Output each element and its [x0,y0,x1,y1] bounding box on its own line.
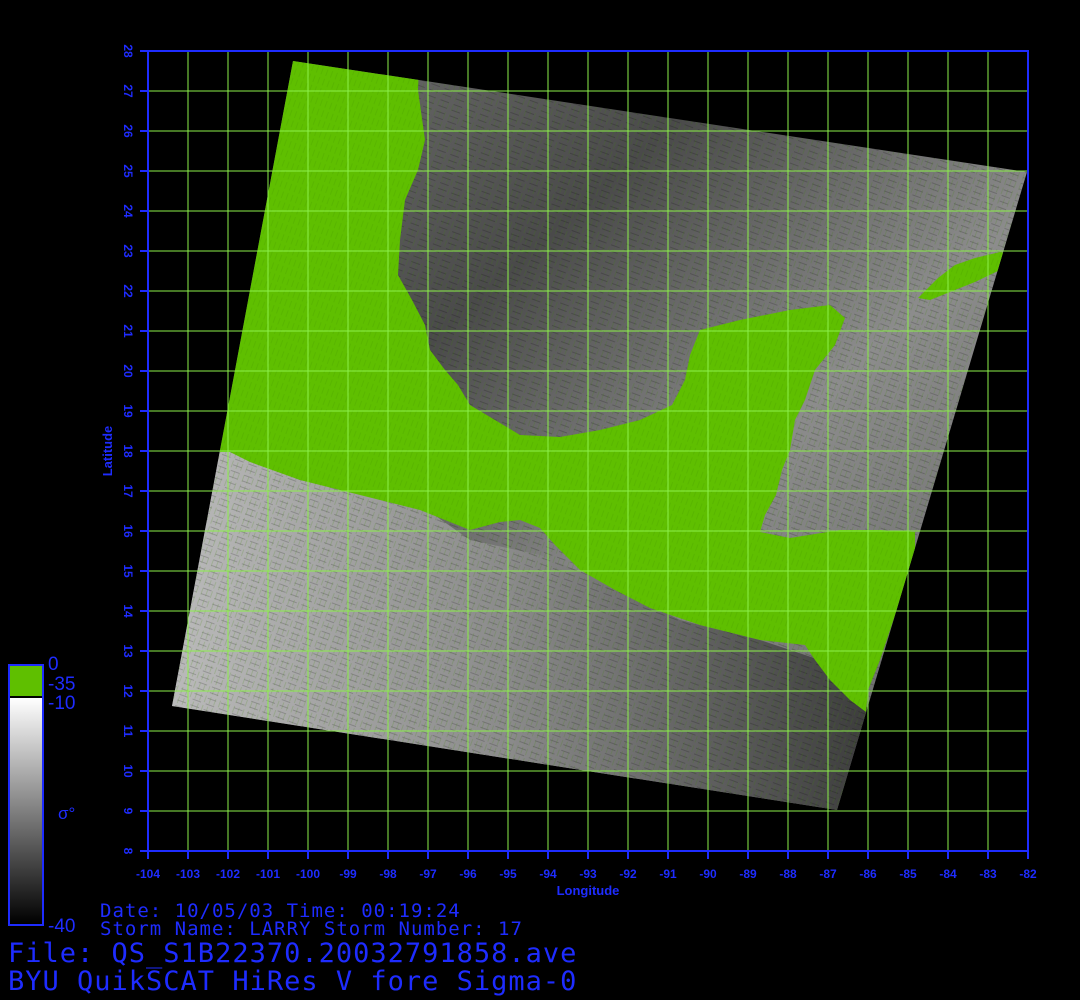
colorbar [8,664,44,926]
lat-lon-grid [148,51,1028,851]
longitude-axis: -104 -103 -102 -101 -100 -99 -98 -97 -96 -95 -94 -9… [136,851,1037,881]
lon-tick-label: -95 [499,867,517,881]
lat-tick-label: 23 [121,244,135,258]
lon-tick-label: -104 [136,867,160,881]
lon-tick-label: -89 [739,867,757,881]
lon-tick-label: -98 [379,867,397,881]
lat-tick-label: 20 [121,364,135,378]
lat-tick-label: 12 [121,684,135,698]
lat-tick-label: 27 [121,84,135,98]
lon-tick-label: -97 [419,867,437,881]
lat-tick-label: 14 [121,604,135,618]
lat-tick-label: 28 [121,44,135,58]
colorbar-gradient [10,698,42,924]
lat-tick-label: 11 [121,725,135,738]
lon-tick-label: -100 [296,867,320,881]
lat-tick-label: 8 [121,848,135,855]
colorbar-label-ocean-max: -10 [48,693,76,714]
lon-tick-label: -88 [779,867,797,881]
product-title-line: BYU QuikSCAT HiRes V fore Sigma-0 [8,966,578,997]
lon-tick-label: -102 [216,867,240,881]
colorbar-label-min: -40 [48,916,76,937]
lon-tick-label: -99 [339,867,357,881]
lon-tick-label: -101 [256,867,280,881]
x-axis-label: Longitude [557,883,620,898]
lat-tick-label: 13 [121,644,135,658]
lat-tick-label: 21 [121,324,135,338]
storm-info-line: Storm Name: LARRY Storm Number: 17 [100,918,523,940]
lon-tick-label: -86 [859,867,877,881]
y-axis-label: Latitude [100,426,115,477]
lon-tick-label: -83 [979,867,997,881]
colorbar-label-top: 0 [48,654,59,675]
sigma0-map: -104 -103 -102 -101 -100 -99 -98 -97 -96 -95 -94 -9… [8,44,1037,926]
lat-tick-label: 22 [121,284,135,298]
file-name-line: File: QS_S1B22370.20032791858.ave [8,938,578,969]
lon-tick-label: -92 [619,867,637,881]
lon-tick-label: -93 [579,867,597,881]
lat-tick-label: 16 [121,524,135,538]
lat-tick-label: 24 [121,204,135,218]
lat-tick-label: 25 [121,164,135,178]
lon-tick-label: -85 [899,867,917,881]
lat-tick-label: 18 [121,444,135,458]
lat-tick-label: 15 [121,564,135,578]
lat-tick-label: 17 [121,484,135,498]
lon-tick-label: -82 [1019,867,1037,881]
sigma0-symbol: σ° [58,804,76,823]
lon-tick-label: -94 [539,867,557,881]
lat-tick-label: 19 [121,404,135,418]
swath-image [172,61,1027,810]
lat-tick-label: 10 [121,764,135,778]
lon-tick-label: -96 [459,867,477,881]
lon-tick-label: -91 [659,867,677,881]
lon-tick-label: -90 [699,867,717,881]
lat-tick-label: 26 [121,124,135,138]
lat-tick-label: 9 [121,808,135,815]
lon-tick-label: -84 [939,867,957,881]
latitude-axis: 8 9 10 11 12 13 14 15 16 17 18 19 20 21 22 23 24 25 26 27 28 [121,44,148,855]
lon-tick-label: -87 [819,867,837,881]
lon-tick-label: -103 [176,867,200,881]
colorbar-land-swatch [10,666,42,696]
